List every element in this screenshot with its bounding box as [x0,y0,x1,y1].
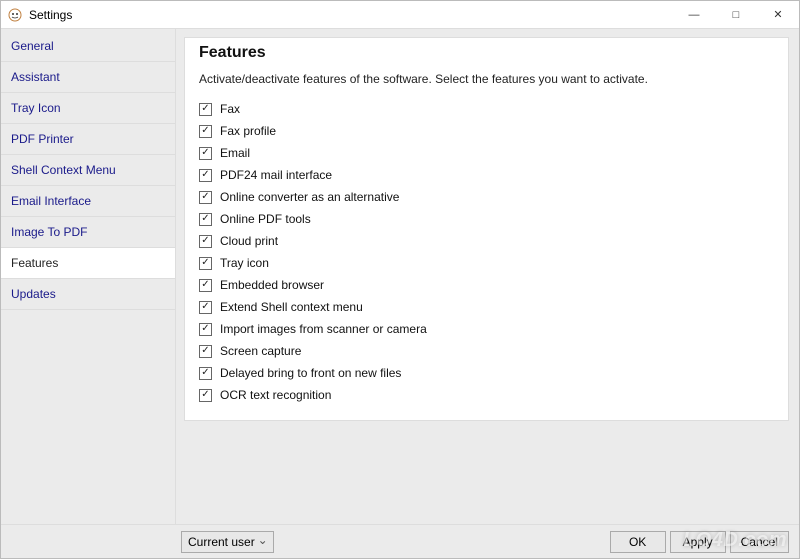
ok-button[interactable]: OK [610,531,666,553]
scope-select[interactable]: Current user [181,531,274,553]
window-title: Settings [29,8,72,22]
feature-checkbox[interactable]: ✓ [199,389,212,402]
feature-checkbox[interactable]: ✓ [199,301,212,314]
sidebar-item-pdf-printer[interactable]: PDF Printer [1,124,175,155]
window-controls: — □ ✕ [673,1,799,28]
sidebar-item-shell-context-menu[interactable]: Shell Context Menu [1,155,175,186]
feature-row: ✓ Fax profile [199,120,774,142]
sidebar-item-features[interactable]: Features [1,248,175,279]
sidebar-item-image-to-pdf[interactable]: Image To PDF [1,217,175,248]
feature-checkbox[interactable]: ✓ [199,125,212,138]
feature-checkbox[interactable]: ✓ [199,257,212,270]
panel-heading: Features [199,44,774,62]
feature-label: Tray icon [220,254,269,272]
feature-label: Embedded browser [220,276,324,294]
feature-row: ✓ Import images from scanner or camera [199,318,774,340]
feature-label: Screen capture [220,342,301,360]
feature-row: ✓ Fax [199,98,774,120]
app-icon [7,7,23,23]
sidebar-item-label: General [11,39,54,53]
feature-row: ✓ Cloud print [199,230,774,252]
main-panel: Features Activate/deactivate features of… [176,29,799,524]
footer: Current user OK Apply Cancel [1,524,799,558]
sidebar-item-tray-icon[interactable]: Tray Icon [1,93,175,124]
sidebar-item-general[interactable]: General [1,31,175,62]
sidebar-item-label: Email Interface [11,194,91,208]
feature-label: Fax profile [220,122,276,140]
sidebar-item-label: Image To PDF [11,225,87,239]
feature-label: Delayed bring to front on new files [220,364,401,382]
feature-checkbox[interactable]: ✓ [199,213,212,226]
feature-label: PDF24 mail interface [220,166,332,184]
feature-row: ✓ PDF24 mail interface [199,164,774,186]
feature-row: ✓ OCR text recognition [199,384,774,406]
feature-checkbox[interactable]: ✓ [199,367,212,380]
apply-button[interactable]: Apply [670,531,726,553]
sidebar: General Assistant Tray Icon PDF Printer Shel… [1,29,176,524]
minimize-button[interactable]: — [673,1,715,28]
feature-label: Online converter as an alternative [220,188,399,206]
titlebar: Settings — □ ✕ [1,1,799,29]
feature-label: Fax [220,100,240,118]
sidebar-item-label: Updates [11,287,56,301]
feature-checkbox[interactable]: ✓ [199,323,212,336]
feature-checkbox[interactable]: ✓ [199,147,212,160]
scope-select-value: Current user [188,535,255,549]
sidebar-item-label: Tray Icon [11,101,61,115]
close-button[interactable]: ✕ [757,1,799,28]
feature-label: Cloud print [220,232,278,250]
feature-checkbox[interactable]: ✓ [199,191,212,204]
feature-checkbox[interactable]: ✓ [199,279,212,292]
content-area: General Assistant Tray Icon PDF Printer Shel… [1,29,799,524]
feature-row: ✓ Delayed bring to front on new files [199,362,774,384]
feature-label: Import images from scanner or camera [220,320,427,338]
feature-checkbox[interactable]: ✓ [199,103,212,116]
footer-buttons: OK Apply Cancel [610,531,789,553]
feature-row: ✓ Online converter as an alternative [199,186,774,208]
feature-row: ✓ Screen capture [199,340,774,362]
feature-checkbox[interactable]: ✓ [199,345,212,358]
feature-checkbox[interactable]: ✓ [199,235,212,248]
feature-label: Online PDF tools [220,210,311,228]
sidebar-item-label: PDF Printer [11,132,74,146]
sidebar-item-label: Assistant [11,70,60,84]
maximize-button[interactable]: □ [715,1,757,28]
feature-row: ✓ Extend Shell context menu [199,296,774,318]
feature-label: OCR text recognition [220,386,331,404]
feature-label: Email [220,144,250,162]
feature-list: ✓ Fax ✓ Fax profile ✓ Email ✓ PDF24 mail interf… [199,98,774,406]
sidebar-item-updates[interactable]: Updates [1,279,175,310]
sidebar-item-assistant[interactable]: Assistant [1,62,175,93]
panel-description: Activate/deactivate features of the soft… [199,72,774,86]
feature-checkbox[interactable]: ✓ [199,169,212,182]
feature-row: ✓ Email [199,142,774,164]
feature-label: Extend Shell context menu [220,298,363,316]
feature-row: ✓ Embedded browser [199,274,774,296]
sidebar-item-email-interface[interactable]: Email Interface [1,186,175,217]
feature-row: ✓ Tray icon [199,252,774,274]
sidebar-item-label: Features [11,256,58,270]
sidebar-item-label: Shell Context Menu [11,163,116,177]
features-panel: Features Activate/deactivate features of… [184,37,789,421]
feature-row: ✓ Online PDF tools [199,208,774,230]
cancel-button[interactable]: Cancel [730,531,789,553]
